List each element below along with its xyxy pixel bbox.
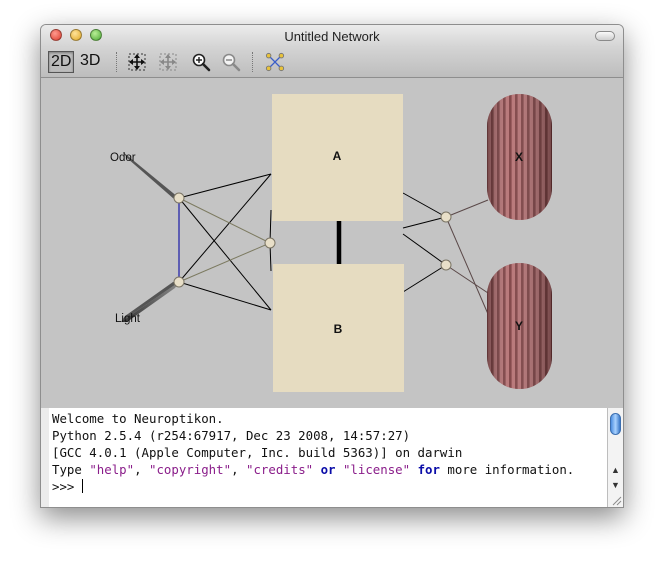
python-console[interactable]: Welcome to Neuroptikon. Python 2.5.4 (r2… [49,408,607,507]
region-a-label: A [333,149,342,163]
console-text: more information. [447,462,575,477]
console-input-line[interactable]: >>> [52,478,83,495]
toolbar-separator [116,52,117,72]
scrollbar-thumb[interactable] [610,413,621,435]
scroll-down-arrow-icon[interactable]: ▼ [611,480,620,490]
console-string: "help" [89,462,135,477]
zoom-in-icon[interactable] [191,52,211,72]
console-text: , [134,462,149,477]
light-label: Light [115,313,141,325]
console-string: "copyright" [149,462,232,477]
view-2d-button[interactable]: 2D [48,51,75,73]
network-window: Untitled Network 2D 3D A B X Y Odor Ligh… [40,24,624,508]
toolbar-toggle-button[interactable] [595,31,615,41]
scroll-up-arrow-icon[interactable]: ▲ [611,465,620,475]
console-string: "license" [342,462,411,477]
console-line: Type "help", "copyright", "credits" or "… [52,461,574,478]
region-x-label: X [515,150,523,164]
console-line: [GCC 4.0.1 (Apple Computer, Inc. build 5… [52,445,463,460]
zoom-out-icon[interactable] [221,52,241,72]
console-keyword: for [410,462,448,477]
console-scrollbar[interactable]: ▲ ▼ [607,408,623,507]
text-cursor [81,479,83,493]
title-bar[interactable]: Untitled Network [41,25,623,47]
console-text: Type [52,462,90,477]
console-line: Python 2.5.4 (r254:67917, Dec 23 2008, 1… [52,428,411,443]
region-b-label: B [334,322,343,336]
fit-selection-icon[interactable] [158,52,178,72]
odor-label: Odor [110,152,136,164]
console-keyword: or [313,462,343,477]
console-line: Welcome to Neuroptikon. [52,411,224,426]
view-3d-button[interactable]: 3D [78,51,102,71]
toolbar: 2D 3D [41,47,623,78]
console-text: , [231,462,246,477]
network-layout-icon[interactable] [265,52,285,72]
toolbar-separator [252,52,253,72]
region-y-label: Y [515,319,523,333]
console-string: "credits" [245,462,314,477]
window-title: Untitled Network [284,29,380,44]
fit-to-window-icon[interactable] [127,52,147,72]
resize-grip-icon[interactable] [610,494,622,506]
network-canvas[interactable]: A B X Y Odor Light [41,78,623,404]
console-prompt: >>> [52,479,82,494]
